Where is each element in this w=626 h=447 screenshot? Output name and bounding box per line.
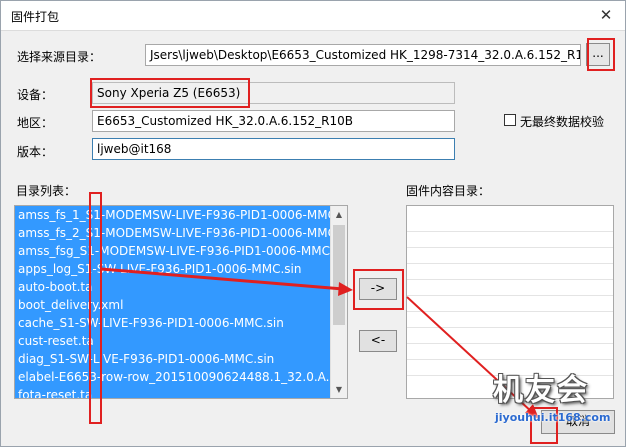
list-item[interactable]: cache_S1-SW-LIVE-F936-PID1-0006-MMC.sin <box>15 314 347 332</box>
title-bar: 固件打包 ✕ <box>1 1 625 31</box>
content-row <box>407 328 613 344</box>
dir-list-scrollbar[interactable]: ▲ ▼ <box>330 206 347 398</box>
content-row <box>407 344 613 360</box>
window-title: 固件打包 <box>11 10 60 24</box>
highlight-browse <box>587 38 615 71</box>
scroll-thumb[interactable] <box>333 225 345 325</box>
content-list-label: 固件内容目录： <box>406 184 491 198</box>
list-item[interactable]: boot_delivery.xml <box>15 296 347 314</box>
no-final-check-checkbox[interactable] <box>504 114 516 126</box>
content-row <box>407 232 613 248</box>
list-item[interactable]: cust-reset.ta <box>15 332 347 350</box>
highlight-device <box>90 78 250 108</box>
no-final-check-label: 无最终数据校验 <box>520 115 605 129</box>
content-listbox[interactable] <box>406 205 614 399</box>
content-row <box>407 248 613 264</box>
dir-list-rows: amss_fs_1_S1-MODEMSW-LIVE-F936-PID1-0006… <box>15 206 347 398</box>
list-item[interactable]: apps_log_S1-SW-LIVE-F936-PID1-0006-MMC.s… <box>15 260 347 278</box>
source-dir-field[interactable]: Jsers\ljweb\Desktop\E6653_Customized HK_… <box>145 44 581 66</box>
content-list-rows <box>407 206 613 376</box>
scroll-down-icon[interactable]: ▼ <box>331 381 347 398</box>
version-field[interactable]: ljweb@it168 <box>92 138 455 160</box>
list-item[interactable]: fota-reset.ta <box>15 386 347 398</box>
highlight-add-button <box>353 269 404 310</box>
list-item[interactable]: amss_fs_2_S1-MODEMSW-LIVE-F936-PID1-0006… <box>15 224 347 242</box>
list-item[interactable]: elabel-E6653-row-row_201510090624488.1_3… <box>15 368 347 386</box>
version-label: 版本： <box>17 145 54 159</box>
list-item[interactable]: amss_fsg_S1-MODEMSW-LIVE-F936-PID1-0006-… <box>15 242 347 260</box>
content-row <box>407 280 613 296</box>
highlight-confirm <box>530 407 558 444</box>
region-field[interactable]: E6653_Customized HK_32.0.A.6.152_R10B <box>92 110 455 132</box>
region-label: 地区： <box>17 116 54 130</box>
remove-from-content-button[interactable]: <- <box>359 330 397 352</box>
close-button[interactable]: ✕ <box>595 4 617 26</box>
list-item[interactable]: amss_fs_1_S1-MODEMSW-LIVE-F936-PID1-0006… <box>15 206 347 224</box>
list-item[interactable]: auto-boot.ta <box>15 278 347 296</box>
dir-listbox[interactable]: amss_fs_1_S1-MODEMSW-LIVE-F936-PID1-0006… <box>14 205 348 399</box>
device-label: 设备： <box>17 88 54 102</box>
list-item[interactable]: diag_S1-SW-LIVE-F936-PID1-0006-MMC.sin <box>15 350 347 368</box>
content-row <box>407 206 613 232</box>
content-row <box>407 312 613 328</box>
source-dir-label: 选择来源目录： <box>17 50 102 64</box>
content-row <box>407 296 613 312</box>
firmware-pack-window: 固件打包 ✕ 选择来源目录： Jsers\ljweb\Desktop\E6653… <box>0 0 626 447</box>
scroll-up-icon[interactable]: ▲ <box>331 206 347 223</box>
content-row <box>407 360 613 376</box>
content-row <box>407 264 613 280</box>
dir-list-label: 目录列表： <box>16 184 77 198</box>
highlight-dir-list <box>89 192 102 424</box>
